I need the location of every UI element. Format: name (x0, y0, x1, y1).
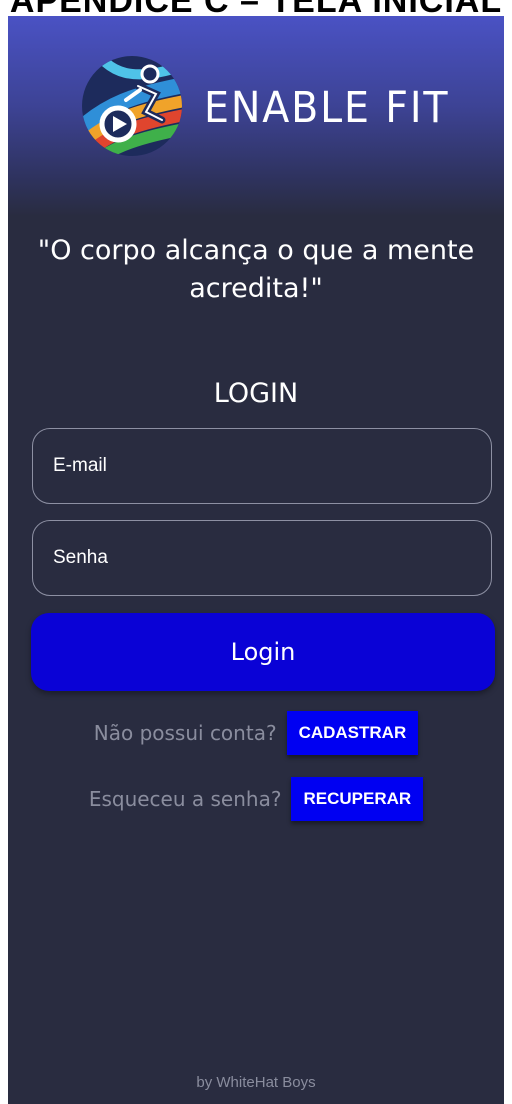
email-field[interactable]: E-mail (32, 428, 492, 504)
runner-play-logo-icon (82, 56, 182, 156)
login-button[interactable]: Login (31, 613, 495, 691)
recover-row: Esqueceu a senha? RECUPERAR (8, 776, 504, 822)
recover-prompt: Esqueceu a senha? (88, 787, 282, 811)
header: ENABLE FIT (8, 16, 504, 216)
signup-button[interactable]: CADASTRAR (286, 711, 419, 755)
login-title: LOGIN (213, 378, 299, 409)
motivational-quote: "O corpo alcança o que a mente acredita!… (37, 235, 475, 304)
password-field[interactable]: Senha (32, 520, 492, 596)
footer-credit: by WhiteHat Boys (196, 1074, 316, 1091)
document-heading: APÊNDICE C – TELA INICIAL (0, 0, 512, 16)
brand-name: ENABLE FIT (204, 83, 450, 133)
email-placeholder: E-mail (53, 455, 107, 476)
app-screen: ENABLE FIT "O corpo alcança o que a ment… (8, 16, 504, 1104)
recover-button[interactable]: RECUPERAR (291, 777, 424, 821)
signup-prompt: Não possui conta? (93, 721, 277, 745)
password-placeholder: Senha (53, 547, 108, 568)
signup-row: Não possui conta? CADASTRAR (8, 710, 504, 756)
